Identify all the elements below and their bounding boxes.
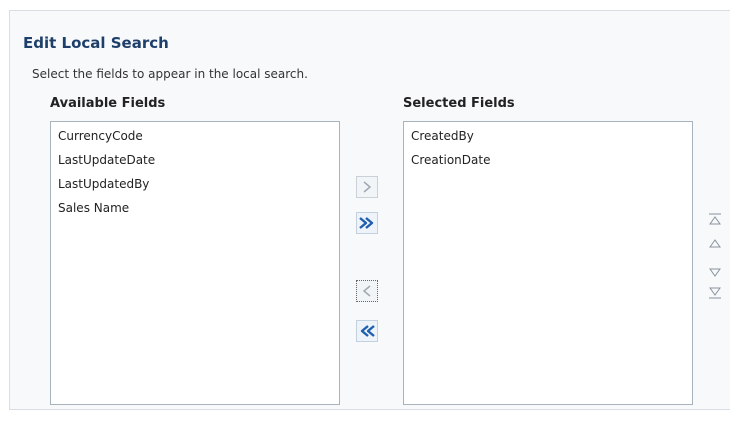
- chevron-right-icon: [360, 180, 374, 194]
- move-to-top-button[interactable]: [707, 212, 723, 226]
- chevron-left-icon: [360, 284, 374, 298]
- selected-fields-list[interactable]: CreatedBy CreationDate: [403, 121, 693, 405]
- move-all-button[interactable]: [356, 212, 378, 234]
- selected-fields-header: Selected Fields: [403, 96, 515, 111]
- move-selected-button[interactable]: [356, 176, 378, 198]
- move-bottom-icon: [708, 284, 722, 303]
- list-item[interactable]: Sales Name: [58, 197, 339, 221]
- available-fields-list[interactable]: CurrencyCode LastUpdateDate LastUpdatedB…: [50, 121, 340, 405]
- available-fields-header: Available Fields: [50, 96, 166, 111]
- move-up-icon: [708, 234, 722, 253]
- double-chevron-left-icon: [358, 324, 376, 338]
- move-down-icon: [708, 264, 722, 283]
- move-top-icon: [708, 210, 722, 229]
- move-down-button[interactable]: [707, 266, 723, 280]
- move-up-button[interactable]: [707, 236, 723, 250]
- instruction-text: Select the fields to appear in the local…: [32, 67, 308, 81]
- list-item[interactable]: CurrencyCode: [58, 125, 339, 149]
- list-item[interactable]: CreatedBy: [411, 125, 692, 149]
- list-item[interactable]: LastUpdateDate: [58, 149, 339, 173]
- list-item[interactable]: CreationDate: [411, 149, 692, 173]
- double-chevron-right-icon: [358, 216, 376, 230]
- list-item[interactable]: LastUpdatedBy: [58, 173, 339, 197]
- remove-all-button[interactable]: [356, 320, 378, 342]
- move-to-bottom-button[interactable]: [707, 286, 723, 300]
- section-title: Edit Local Search: [23, 34, 169, 52]
- remove-selected-button[interactable]: [356, 280, 378, 302]
